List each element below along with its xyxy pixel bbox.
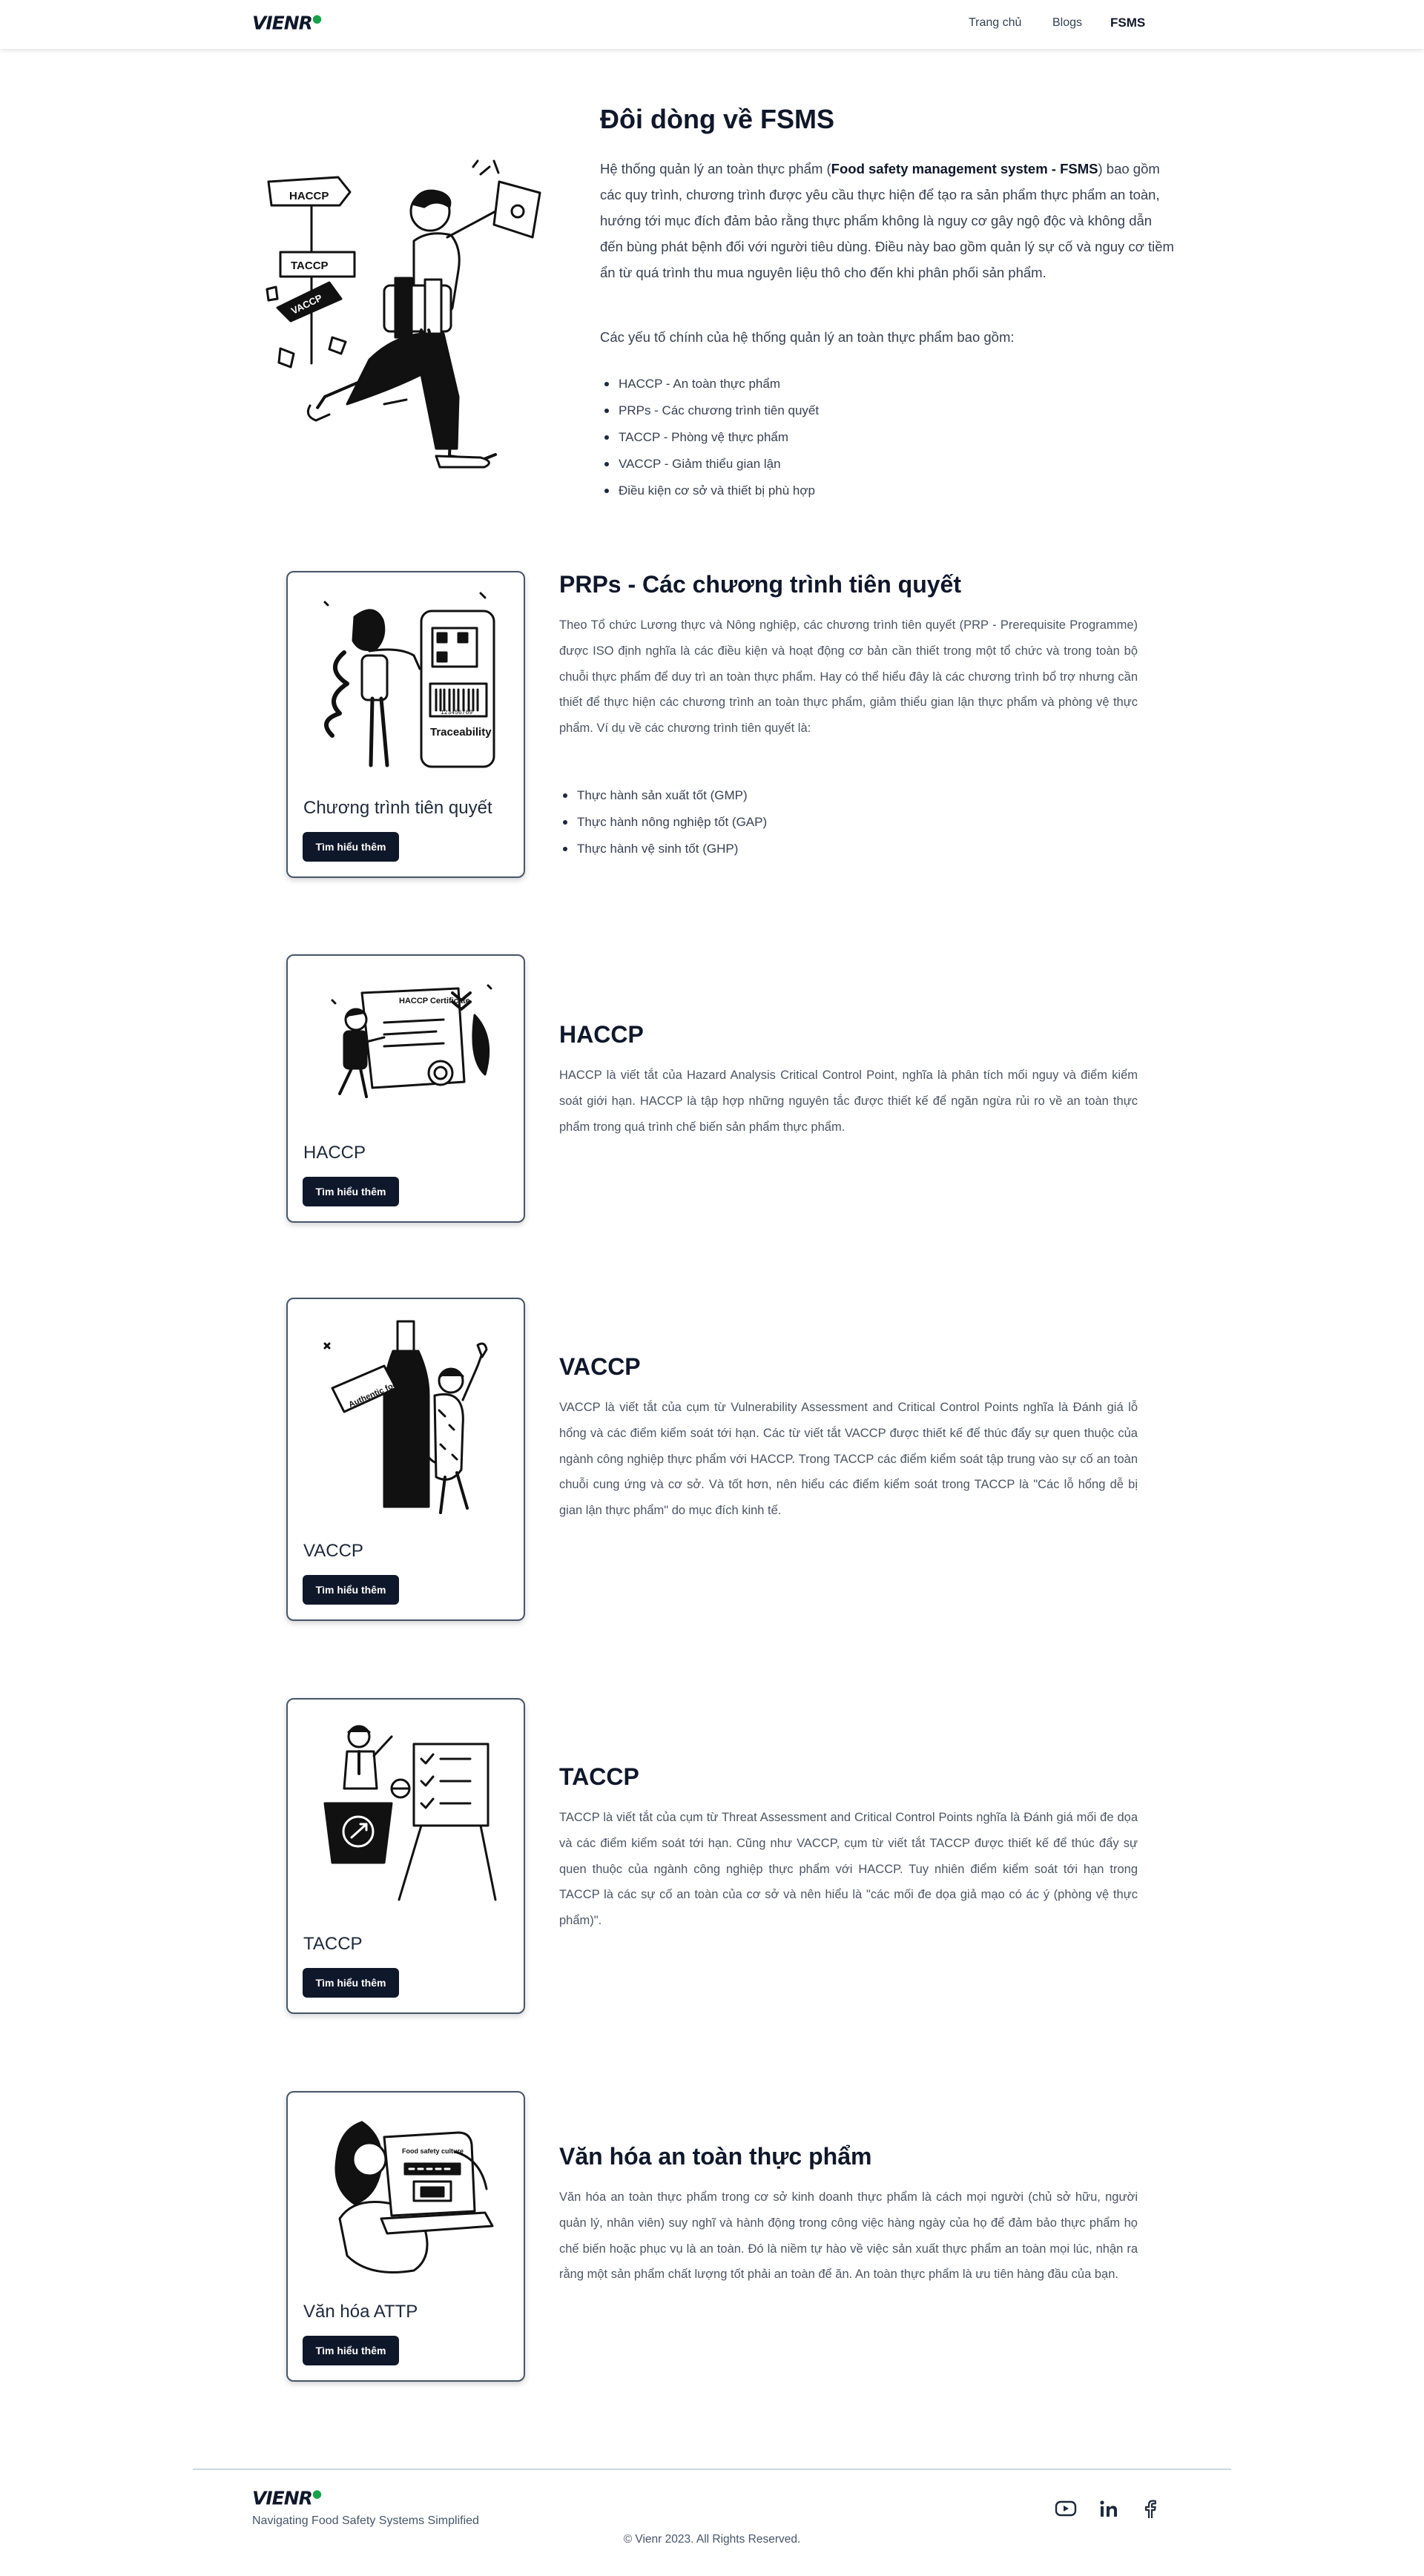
nav-link-blogs[interactable]: Blogs [1052, 16, 1082, 30]
card-vaccp: Authentic food VACCP Tìm hiểu thêm [286, 1298, 525, 1621]
list-item: Thực hành nông nghiệp tốt (GAP) [559, 809, 767, 836]
list-item: Điều kiện cơ sở và thiết bị phù hợp [601, 478, 819, 504]
linkedin-icon[interactable] [1099, 2500, 1118, 2519]
intro-list: HACCP - An toàn thực phẩm PRPs - Các chư… [601, 371, 819, 504]
section-title: PRPs - Các chương trình tiên quyết [559, 571, 961, 598]
facebook-icon[interactable] [1144, 2500, 1157, 2519]
list-item: Thực hành vệ sinh tốt (GHP) [559, 836, 767, 862]
intro-title: Đôi dòng về FSMS [600, 104, 835, 134]
certificate-label: HACCP Certificate [399, 997, 470, 1005]
food-safety-culture-illustration: Food safety culture [334, 2121, 494, 2273]
section-text: Văn hóa an toàn thực phẩm trong cơ sở ki… [559, 2190, 1138, 2282]
list-item: TACCP - Phòng vệ thực phẩm [601, 424, 819, 451]
barcode-number: 123456789 [441, 710, 472, 716]
learn-more-button[interactable]: Tìm hiểu thêm [303, 832, 399, 862]
prp-examples-list: Thực hành sản xuất tốt (GMP) Thực hành n… [559, 782, 767, 862]
youtube-icon[interactable] [1055, 2500, 1077, 2517]
culture-label: Food safety culture [402, 2147, 464, 2155]
fsms-term: Food safety management system - FSMS [831, 161, 1098, 176]
section-title: Văn hóa an toàn thực phẩm [559, 2143, 872, 2170]
list-item: HACCP - An toàn thực phẩm [601, 371, 819, 397]
intro-subheading: Các yếu tố chính của hệ thống quản lý an… [600, 329, 1015, 345]
section-title: VACCP [559, 1353, 641, 1380]
learn-more-button[interactable]: Tìm hiểu thêm [303, 1177, 399, 1206]
learn-more-button[interactable]: Tìm hiểu thêm [303, 1575, 399, 1605]
intro-illustration: HACCP TACCP VACCP [266, 159, 541, 469]
section-title: HACCP [559, 1021, 644, 1048]
taccp-illustration [323, 1725, 497, 1901]
card-title: TACCP [303, 1934, 363, 1954]
card-haccp: HACCP Certificate HACCP Tìm hiểu thêm [286, 954, 525, 1223]
section-text: TACCP là viết tắt của cụm từ Threat Asse… [559, 1811, 1138, 1928]
card-title: Văn hóa ATTP [303, 2302, 418, 2322]
learn-more-button[interactable]: Tìm hiểu thêm [303, 1968, 399, 1998]
traceability-illustration: 123456789 Traceability [323, 592, 495, 768]
traceability-label: Traceability [430, 726, 492, 739]
section-text: HACCP là viết tắt của Hazard Analysis Cr… [559, 1069, 1138, 1134]
learn-more-button[interactable]: Tìm hiểu thêm [303, 2336, 399, 2365]
nav-link-home[interactable]: Trang chủ [969, 16, 1021, 30]
nav-link-fsms[interactable]: FSMS [1110, 16, 1145, 30]
top-navbar: VIENR● Trang chủ Blogs FSMS [0, 0, 1424, 49]
haccp-certificate-illustration: HACCP Certificate [331, 984, 492, 1098]
card-title: Chương trình tiên quyết [303, 798, 492, 818]
list-item: VACCP - Giảm thiểu gian lận [601, 451, 819, 478]
card-title: HACCP [303, 1143, 366, 1163]
card-prps: 123456789 Traceability Chương trình tiên… [286, 571, 525, 878]
sign-taccp: TACCP [291, 260, 329, 272]
card-title: VACCP [303, 1541, 363, 1561]
footer-logo[interactable]: VIENR● [252, 2487, 322, 2509]
footer-divider [193, 2468, 1231, 2470]
list-item: PRPs - Các chương trình tiên quyết [601, 397, 819, 424]
section-text: Theo Tổ chức Lương thực và Nông nghiệp, … [559, 618, 1138, 736]
card-taccp: TACCP Tìm hiểu thêm [286, 1698, 525, 2014]
vaccp-illustration: Authentic food [323, 1320, 488, 1514]
site-logo[interactable]: VIENR● [252, 12, 322, 33]
intro-paragraph: Hệ thống quản lý an toàn thực phẩm (Food… [600, 161, 1174, 280]
footer-tagline: Navigating Food Safety Systems Simplifie… [252, 2514, 479, 2527]
list-item: Thực hành sản xuất tốt (GMP) [559, 782, 767, 809]
sign-haccp: HACCP [289, 190, 329, 202]
copyright: © Vienr 2023. All Rights Reserved. [623, 2533, 801, 2546]
section-title: TACCP [559, 1763, 639, 1790]
section-text: VACCP là viết tắt của cụm từ Vulnerabili… [559, 1401, 1138, 1518]
card-food-safety-culture: Food safety culture Văn hóa ATTP Tìm hiể… [286, 2091, 525, 2382]
